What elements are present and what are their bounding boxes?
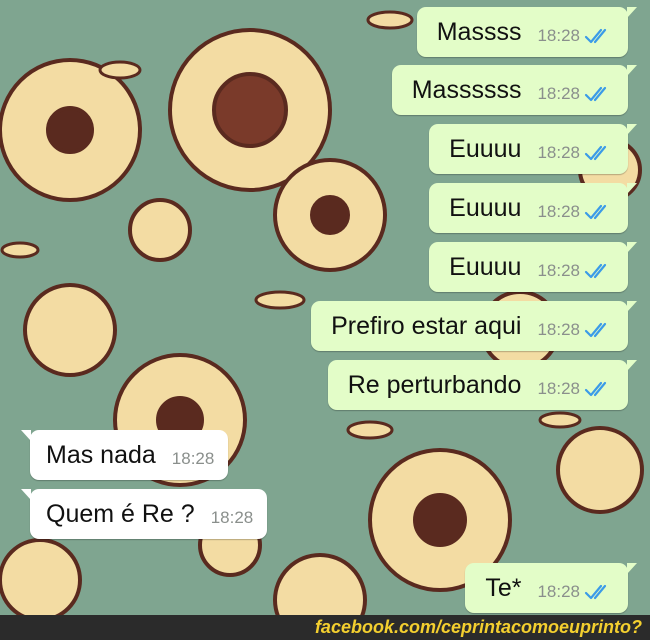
outgoing-message[interactable]: Euuuu 18:28: [429, 183, 637, 233]
footer-credit: facebook.com/ceprintacomoeuprinto?: [314, 617, 642, 637]
message-text: Re perturbando: [347, 370, 522, 399]
outgoing-message[interactable]: Re perturbando 18:28: [327, 360, 638, 410]
message-text: Mas nada: [46, 440, 156, 469]
message-text: Te*: [485, 573, 522, 602]
message-time: 18:28: [537, 26, 580, 45]
incoming-message[interactable]: Mas nada 18:28: [20, 430, 229, 480]
outgoing-message[interactable]: Massss 18:28: [416, 7, 638, 57]
message-time: 18:28: [171, 449, 215, 468]
outgoing-message[interactable]: Massssss 18:28: [391, 65, 638, 115]
message-text: Euuuu: [449, 193, 522, 222]
read-double-tick-icon: [584, 145, 607, 161]
incoming-message[interactable]: Quem é Re ? 18:28: [20, 489, 268, 539]
message-time: 18:28: [537, 582, 580, 601]
message-text: Euuuu: [449, 252, 522, 281]
message-time: 18:28: [537, 143, 580, 162]
message-time: 18:28: [537, 202, 580, 221]
read-double-tick-icon: [584, 204, 607, 220]
message-time: 18:28: [537, 320, 580, 339]
read-double-tick-icon: [584, 28, 607, 44]
read-double-tick-icon: [584, 584, 607, 600]
outgoing-message[interactable]: Euuuu 18:28: [429, 242, 637, 292]
read-double-tick-icon: [584, 263, 607, 279]
chat-thread[interactable]: Massss 18:28 Massssss 18:28 Euuuu 18:28 …: [0, 0, 650, 615]
message-text: Euuuu: [449, 134, 522, 163]
message-time: 18:28: [537, 261, 580, 280]
read-double-tick-icon: [584, 86, 607, 102]
message-text: Massssss: [411, 75, 522, 104]
message-text: Massss: [436, 17, 522, 46]
message-time: 18:28: [537, 84, 580, 103]
read-double-tick-icon: [584, 381, 607, 397]
outgoing-message[interactable]: Prefiro estar aqui 18:28: [311, 301, 637, 351]
message-text: Prefiro estar aqui: [331, 311, 522, 340]
outgoing-message[interactable]: Te* 18:28: [465, 563, 637, 613]
message-time: 18:28: [210, 508, 254, 527]
message-text: Quem é Re ?: [46, 499, 195, 528]
watermark-footer: facebook.com/ceprintacomoeuprinto?: [0, 615, 650, 640]
read-double-tick-icon: [584, 322, 607, 338]
message-time: 18:28: [537, 379, 580, 398]
outgoing-message[interactable]: Euuuu 18:28: [429, 124, 637, 174]
